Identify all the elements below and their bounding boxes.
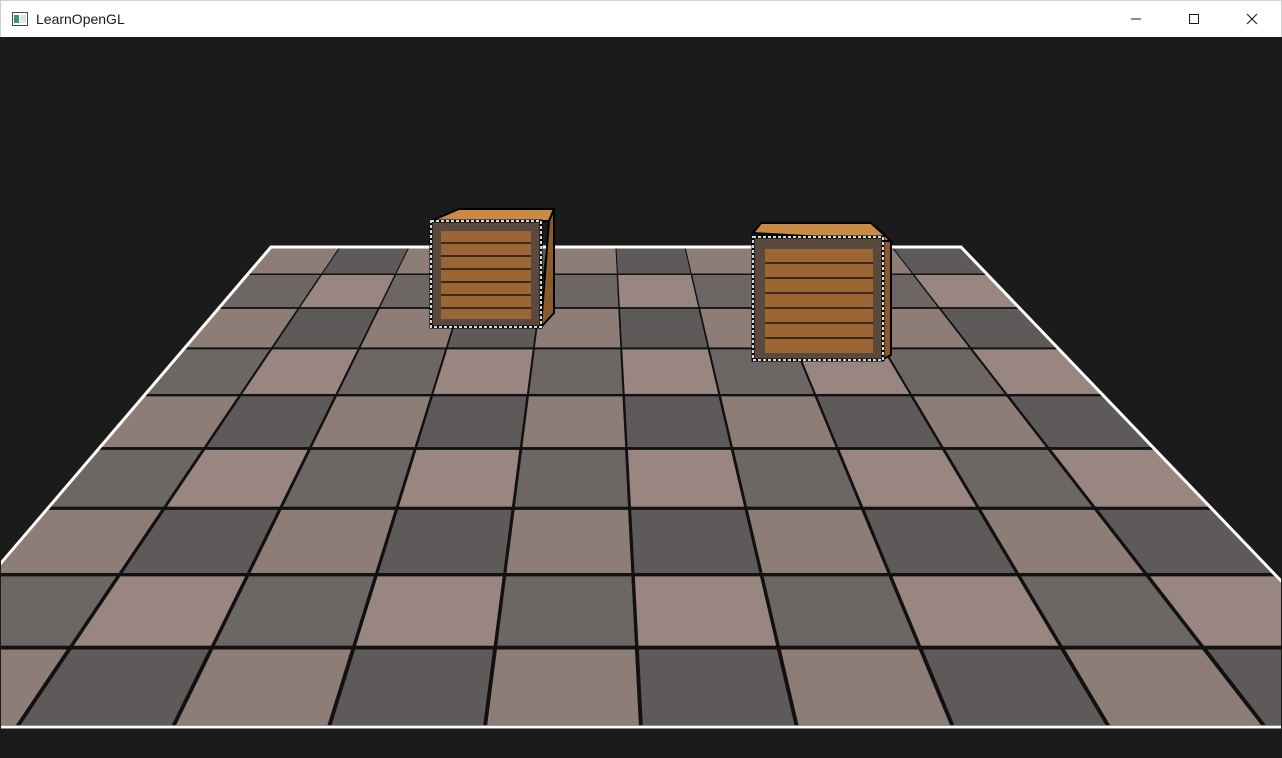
maximize-icon [1189, 14, 1199, 24]
floor-tile [526, 347, 625, 397]
window-title: LearnOpenGL [36, 11, 125, 27]
floor-tile [394, 447, 523, 510]
render-viewport[interactable] [1, 37, 1281, 757]
minimize-button[interactable] [1107, 1, 1165, 37]
scene-canvas [1, 37, 1281, 757]
floor-tile [622, 393, 734, 450]
crate-left [429, 208, 556, 330]
floor-tile [502, 506, 635, 577]
floor-tile [618, 307, 710, 350]
floor-tile [631, 573, 781, 650]
floor-tile [616, 273, 701, 309]
close-button[interactable] [1223, 1, 1281, 37]
maximize-button[interactable] [1165, 1, 1223, 37]
minimize-icon [1131, 18, 1141, 20]
app-window: LearnOpenGL [0, 0, 1282, 758]
floor-tile [351, 573, 507, 650]
floor-tile [482, 645, 644, 729]
floor-tile [326, 645, 498, 729]
floor-tile [493, 573, 639, 650]
floor-tile [374, 506, 516, 577]
floor-tile [625, 447, 748, 510]
floor-tile [519, 393, 628, 450]
floor-tile [430, 347, 536, 397]
close-icon [1246, 13, 1258, 25]
floor-tile [413, 393, 530, 450]
window-controls [1107, 1, 1281, 37]
floor-tile [627, 506, 764, 577]
crate-right [751, 222, 894, 362]
floor-tile [615, 246, 692, 275]
app-icon [11, 10, 29, 28]
floor-tile [634, 645, 800, 729]
floor-tile [511, 447, 632, 510]
floor-tile [620, 347, 721, 397]
title-bar[interactable]: LearnOpenGL [0, 0, 1282, 37]
